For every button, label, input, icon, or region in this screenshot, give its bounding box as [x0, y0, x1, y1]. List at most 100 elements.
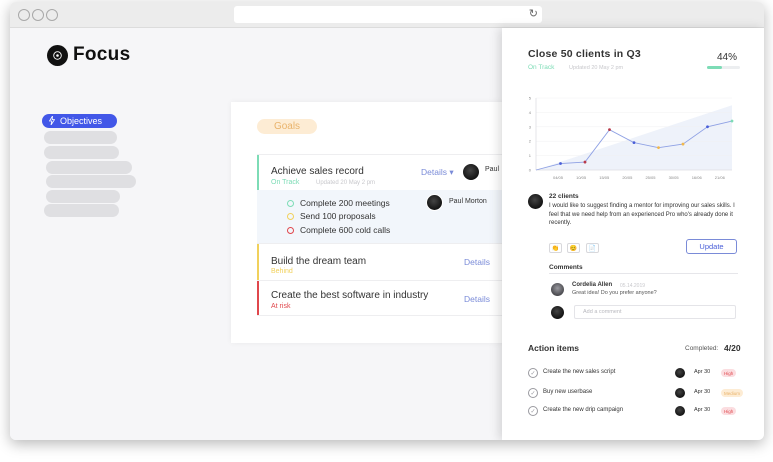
goal-status-bar [257, 244, 259, 280]
x-tick-label: 20/05 [622, 175, 633, 180]
update-button[interactable]: Update [686, 239, 737, 254]
sidebar-item-placeholder[interactable] [46, 175, 136, 188]
data-point [681, 142, 685, 146]
action-item[interactable]: ✓ Create the new sales script Apr 30 Hig… [528, 367, 743, 379]
sidebar-item-placeholder[interactable] [46, 161, 132, 174]
goal-title: Build the dream team [271, 256, 367, 267]
reload-icon[interactable]: ↻ [529, 8, 538, 21]
action-date: Apr 30 [694, 389, 711, 395]
goal-status-bar [257, 281, 259, 315]
action-item[interactable]: ✓ Create the new drip campaign Apr 30 Hi… [528, 405, 743, 417]
x-tick-label: 04/05 [553, 175, 564, 180]
sidebar-item-placeholder[interactable] [44, 204, 119, 217]
subtask-item[interactable]: Send 100 proposals [287, 211, 376, 221]
details-link[interactable]: Details [464, 294, 490, 304]
goal-updated: Updated 20 May 2 pm [316, 180, 376, 186]
action-item[interactable]: ✓ Buy new userbase Apr 30 Medium [528, 387, 744, 399]
y-tick-label: 1 [529, 153, 532, 158]
smile-reaction[interactable]: 😊 [567, 243, 580, 253]
goal-status: On Track [271, 179, 300, 186]
avatar [527, 193, 544, 210]
check-in-count: 22 clients [549, 193, 579, 200]
comment-author: Cordelia Allen [572, 282, 613, 288]
window-minimize-dot[interactable] [32, 9, 44, 21]
data-point [632, 141, 636, 145]
data-point [657, 146, 660, 150]
priority-badge: High [721, 369, 737, 377]
check-circle-icon[interactable]: ✓ [528, 388, 538, 398]
goal-status: Behind [271, 268, 293, 275]
subtask-list: Complete 200 meetings Send 100 proposals… [257, 190, 513, 243]
goal-row[interactable]: Create the best software in industry At … [257, 280, 513, 316]
subtask-label: Complete 600 cold calls [300, 225, 391, 235]
status-circle-icon [287, 212, 294, 220]
action-date: Apr 30 [694, 407, 711, 413]
action-label: Create the new drip campaign [543, 407, 624, 413]
comment-text: Great idea! Do you prefer anyone? [572, 290, 657, 296]
browser-window: ↻ Focus Objectives Goals Achieve sales r… [10, 2, 764, 440]
sidebar-item-objectives[interactable]: Objectives [42, 114, 117, 128]
subtask-item[interactable]: Complete 600 cold calls [287, 225, 390, 235]
action-date: Apr 30 [694, 369, 711, 375]
app-logo: Focus [47, 44, 130, 66]
window-close-dot[interactable] [18, 9, 30, 21]
status-circle-icon [287, 199, 294, 207]
status-circle-icon [287, 226, 294, 234]
y-tick-label: 4 [529, 110, 532, 115]
avatar [674, 387, 686, 399]
sidebar-item-label: Objectives [60, 116, 103, 126]
completed-label: Completed: [685, 345, 719, 352]
progress-percent: 44% [717, 52, 738, 63]
action-label: Buy new userbase [543, 389, 593, 395]
y-tick-label: 0 [529, 168, 532, 173]
avatar [674, 405, 686, 417]
goal-row[interactable]: Build the dream team Behind Details [257, 243, 513, 280]
subtask-item[interactable]: Complete 200 meetings [287, 198, 390, 208]
comments-heading: Comments [549, 264, 583, 271]
sidebar-item-placeholder[interactable] [46, 190, 120, 203]
subtask-label: Complete 200 meetings [300, 198, 390, 208]
x-tick-label: 15/05 [599, 175, 610, 180]
details-link[interactable]: Details [464, 257, 490, 267]
goal-detail-panel: Close 50 clients in Q3 On Track Updated … [502, 28, 764, 440]
sidebar-item-placeholder[interactable] [44, 146, 119, 159]
progress-bar [707, 66, 740, 69]
data-point [559, 162, 562, 165]
priority-badge: Medium [721, 389, 744, 397]
goal-row[interactable]: Achieve sales record On Track Updated 20… [257, 154, 513, 190]
address-bar[interactable]: ↻ [234, 6, 542, 23]
x-tick-label: 25/05 [645, 175, 656, 180]
bolt-icon [48, 115, 56, 127]
details-link[interactable]: Details ▾ [421, 167, 454, 178]
goal-title: Create the best software in industry [271, 290, 429, 301]
x-tick-label: 30/05 [669, 175, 680, 180]
avatar [426, 194, 443, 211]
window-maximize-dot[interactable] [46, 9, 58, 21]
panel-status: On Track [528, 64, 555, 71]
comment-time: 05.14.2019 [620, 283, 646, 289]
goals-card: Goals Achieve sales record On Track Upda… [231, 102, 513, 343]
action-label: Create the new sales script [543, 369, 616, 375]
y-tick-label: 5 [529, 96, 532, 101]
avatar [674, 367, 686, 379]
completed-count: 4/20 [724, 343, 741, 353]
progress-chart: 0 1 2 3 4 5 04/05 10/05 15/05 20/05 25/05 30/05 16/0… [529, 96, 734, 180]
logo-mark-icon [47, 44, 68, 66]
check-circle-icon[interactable]: ✓ [528, 406, 538, 416]
x-tick-label: 16/06 [692, 175, 703, 180]
owner-name: Paul [485, 166, 500, 173]
goals-pill[interactable]: Goals [257, 119, 317, 134]
panel-updated: Updated 20 May 2 pm [569, 65, 624, 71]
subtask-owner-name: Paul Morton [449, 198, 487, 205]
document-reaction[interactable]: 📄 [586, 243, 599, 253]
check-circle-icon[interactable]: ✓ [528, 368, 538, 378]
clap-reaction[interactable]: 👏 [549, 243, 562, 253]
avatar [550, 282, 565, 297]
sidebar-item-placeholder[interactable] [44, 131, 117, 144]
browser-chrome: ↻ [10, 2, 764, 28]
comment-input[interactable]: Add a comment [574, 305, 736, 319]
x-tick-label: 21/06 [715, 175, 726, 180]
y-tick-label: 2 [529, 139, 532, 144]
divider [549, 273, 738, 274]
progress-bar-fill [707, 66, 722, 69]
